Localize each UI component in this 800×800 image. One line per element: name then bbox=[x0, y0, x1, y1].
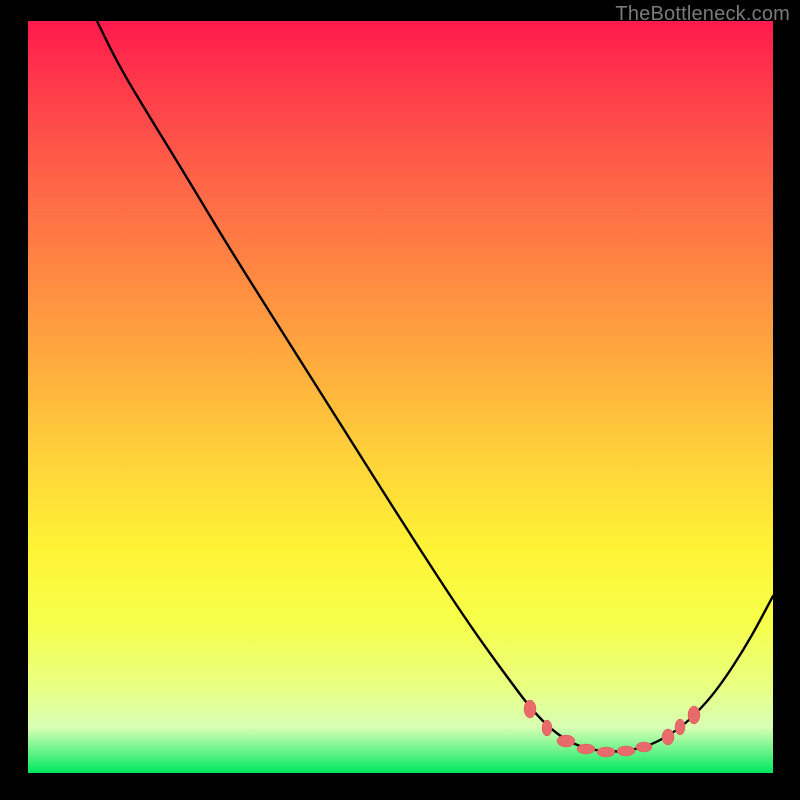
bead-marker bbox=[557, 735, 575, 747]
bead-marker bbox=[597, 747, 615, 757]
chart-svg bbox=[28, 21, 773, 773]
bead-marker bbox=[688, 706, 700, 724]
bead-marker bbox=[662, 729, 674, 745]
bead-marker bbox=[577, 744, 595, 754]
chart-plot-area bbox=[28, 21, 773, 773]
curve-line bbox=[97, 21, 773, 752]
beads-group bbox=[524, 700, 700, 757]
watermark-label: TheBottleneck.com bbox=[615, 3, 790, 26]
bead-marker bbox=[542, 720, 552, 736]
bead-marker bbox=[675, 719, 685, 735]
bead-marker bbox=[524, 700, 536, 718]
bead-marker bbox=[617, 746, 635, 756]
bead-marker bbox=[636, 742, 652, 752]
